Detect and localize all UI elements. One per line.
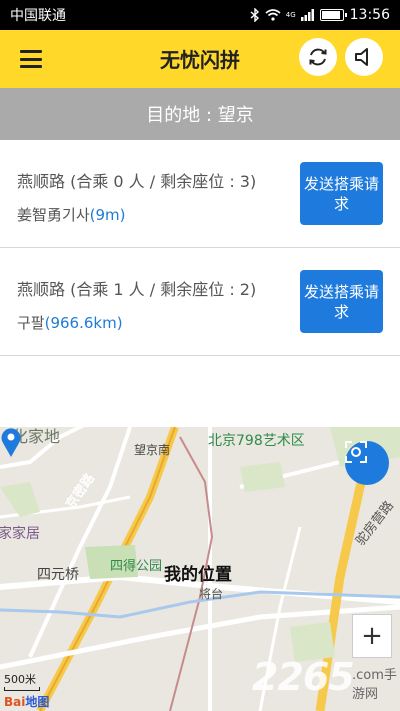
ride-distance: (9m) <box>89 206 126 224</box>
ride-driver: 姜智勇기사(9m) <box>17 204 125 225</box>
map-label: 将台 <box>199 587 224 601</box>
baidu-logo-suffix: 地图 <box>25 695 50 709</box>
bluetooth-icon <box>250 8 259 22</box>
driver-name: 구팔 <box>17 314 45 332</box>
status-bar: 中国联通 4G 13:56 <box>0 0 400 30</box>
driver-suffix: 기사 <box>62 206 90 224</box>
ride-distance: (966.6km) <box>44 314 123 332</box>
menu-button[interactable] <box>20 50 42 68</box>
destination-label: 目的地 : 望京 <box>146 105 254 126</box>
ride-list: 燕顺路 (合乘 0 人 / 剩余座位 : 3) 姜智勇기사(9m) 发送搭乘请求… <box>0 140 400 356</box>
location-pin-icon <box>1 428 21 457</box>
map-label: 四得公园 <box>110 559 163 574</box>
map-label: 北京798艺术区 <box>208 433 305 449</box>
map-label: 四元桥 <box>37 567 79 583</box>
map-label: 望京南 <box>134 443 171 457</box>
ride-driver: 구팔(966.6km) <box>17 312 123 333</box>
network-type: 4G <box>285 10 296 19</box>
driver-name: 姜智勇 <box>17 206 63 224</box>
app-header: 无忧闪拼 <box>0 30 400 88</box>
ride-title: 燕顺路 (合乘 1 人 / 剩余座位 : 2) <box>17 280 257 299</box>
map-scale-label: 500米 <box>4 673 36 686</box>
destination-bar: 目的地 : 望京 <box>0 88 400 140</box>
app-title: 无忧闪拼 <box>160 48 240 72</box>
ride-title: 燕顺路 (合乘 0 人 / 剩余座位 : 3) <box>17 172 257 191</box>
watermark: 2265 <box>252 655 355 699</box>
status-icons: 4G 13:56 <box>250 7 390 23</box>
map-scale-bar <box>4 687 40 691</box>
my-position-label: 我的位置 <box>164 565 232 585</box>
refresh-button[interactable] <box>299 38 337 76</box>
menu-icon-line <box>20 65 42 68</box>
zoom-in-button[interactable]: + <box>352 614 392 658</box>
menu-icon-line <box>20 50 42 53</box>
speaker-icon <box>355 48 368 66</box>
wifi-icon <box>265 9 281 21</box>
scan-icon <box>345 441 367 463</box>
baidu-logo-text: Bai <box>4 695 26 709</box>
send-request-button[interactable]: 发送搭乘请求 <box>300 162 383 225</box>
menu-icon-line <box>20 57 42 61</box>
map-label: 家家居 <box>0 526 40 542</box>
map-view[interactable]: 化家地 望京南 北京798艺术区 家家居 京密路 四元桥 四得公园 将台 驼房营… <box>0 427 400 711</box>
watermark-sub: .com手游网 <box>352 668 397 702</box>
ride-item: 燕顺路 (合乘 1 人 / 剩余座位 : 2) 구팔(966.6km) 发送搭乘… <box>0 248 400 356</box>
clock: 13:56 <box>349 7 390 23</box>
signal-icon <box>300 9 314 21</box>
ride-item: 燕顺路 (合乘 0 人 / 剩余座位 : 3) 姜智勇기사(9m) 发送搭乘请求 <box>0 140 400 248</box>
sound-button[interactable] <box>345 38 383 76</box>
battery-icon <box>319 9 347 21</box>
baidu-logo: Bai地图 <box>4 693 49 710</box>
send-request-button[interactable]: 发送搭乘请求 <box>300 270 383 333</box>
carrier-label: 中国联通 <box>10 8 66 24</box>
refresh-icon <box>309 48 327 66</box>
scan-button[interactable] <box>345 441 389 485</box>
